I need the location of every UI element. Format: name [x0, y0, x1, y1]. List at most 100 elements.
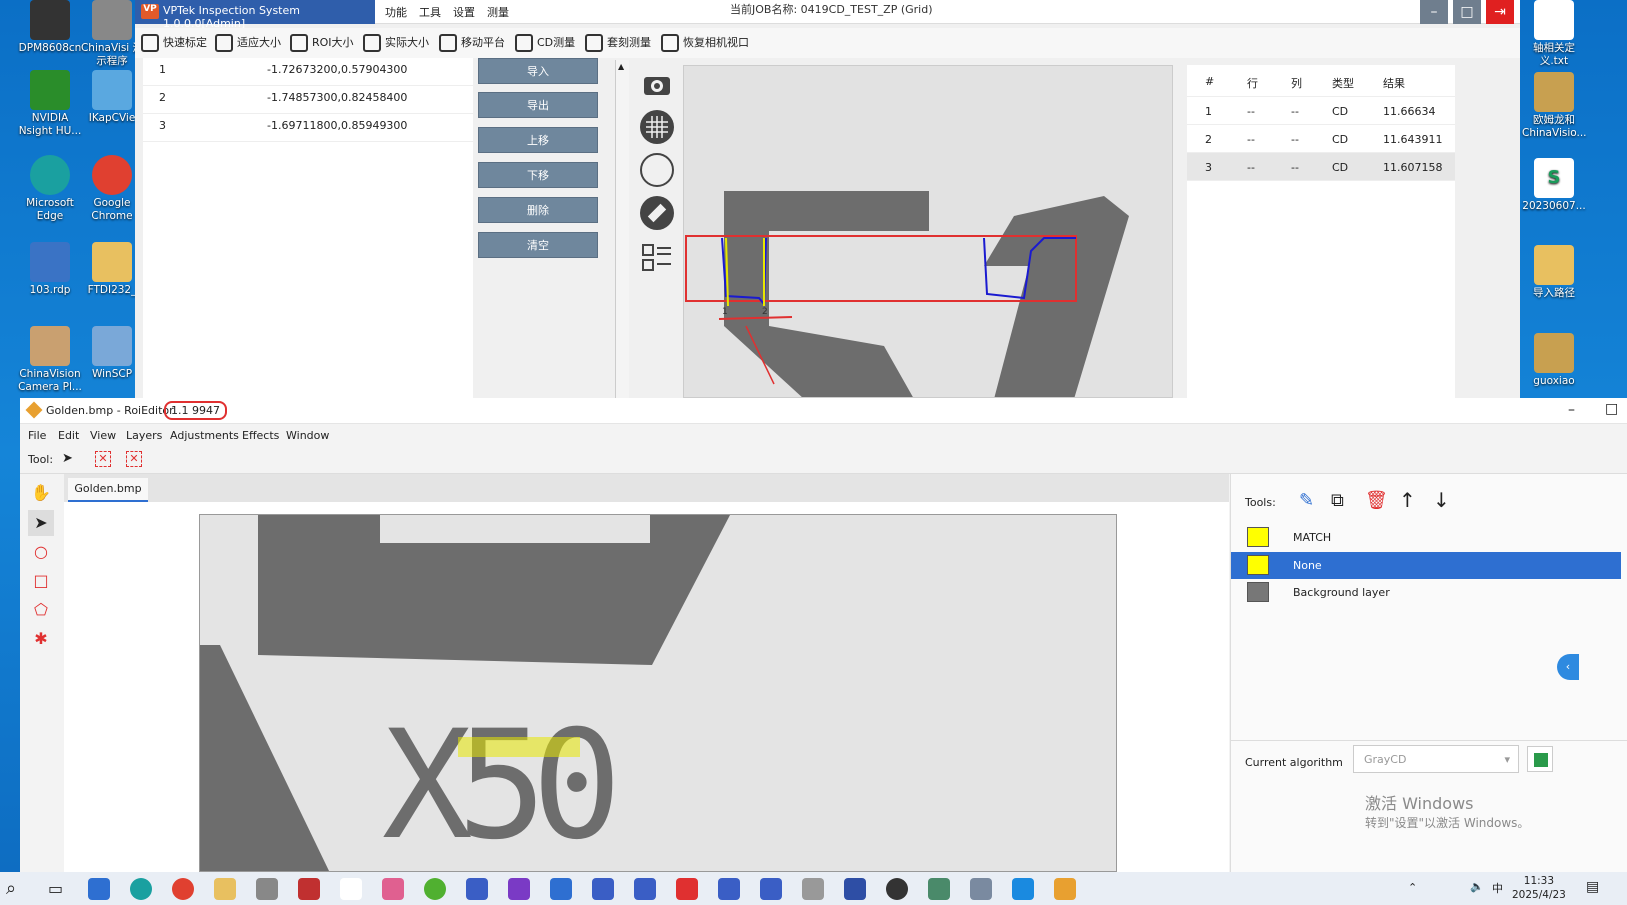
- menu-measure[interactable]: 测量: [487, 4, 509, 20]
- chrome-icon[interactable]: [172, 878, 194, 900]
- algorithm-select[interactable]: GrayCD ▾: [1353, 745, 1519, 773]
- tab-golden[interactable]: Golden.bmp: [68, 478, 148, 502]
- desktop-icon-rdp[interactable]: 103.rdp: [18, 242, 82, 297]
- task-view-icon[interactable]: ▭: [48, 879, 63, 898]
- golden-image[interactable]: X50: [199, 514, 1117, 872]
- rectangle-tool-icon[interactable]: □: [28, 568, 54, 594]
- wps-icon[interactable]: [676, 878, 698, 900]
- table-row[interactable]: 2 -- -- CD 11.643911: [1187, 125, 1455, 153]
- pointer-icon[interactable]: ➤: [62, 451, 73, 466]
- tray-chevron-icon[interactable]: ⌃: [1408, 881, 1417, 894]
- menu-effects[interactable]: Effects: [242, 429, 279, 442]
- camera-icon[interactable]: [640, 68, 674, 102]
- list-item[interactable]: 2 -1.74857300,0.82458400: [143, 86, 473, 114]
- table-row[interactable]: 1 -- -- CD 11.66634: [1187, 97, 1455, 125]
- scroll-up-icon[interactable]: ▲: [618, 62, 628, 72]
- taskbar-app-icon[interactable]: [928, 878, 950, 900]
- hand-pan-icon[interactable]: ✋: [28, 480, 54, 506]
- minimize-button[interactable]: –: [1420, 0, 1448, 24]
- move-stage-button[interactable]: 移动平台: [439, 34, 505, 54]
- vis-app-icon[interactable]: [592, 878, 614, 900]
- vis-app-icon[interactable]: [760, 878, 782, 900]
- vis-app-icon[interactable]: [466, 878, 488, 900]
- taskbar-app-icon[interactable]: [424, 878, 446, 900]
- magic-wand-icon[interactable]: ✱: [28, 626, 54, 652]
- move-down-button[interactable]: 下移: [478, 162, 598, 188]
- list-item[interactable]: 1 -1.72673200,0.57904300: [143, 58, 473, 86]
- maximize-button[interactable]: □: [1453, 0, 1481, 24]
- cd-measure-button[interactable]: CD测量: [515, 34, 575, 54]
- arrow-up-icon[interactable]: ↑: [1399, 488, 1416, 512]
- grid-settings-icon[interactable]: [640, 153, 674, 187]
- layer-none-selected[interactable]: None: [1231, 552, 1621, 579]
- trash-icon[interactable]: 🗑: [1365, 490, 1388, 511]
- quick-calibrate-button[interactable]: 快速标定: [141, 34, 207, 54]
- table-row-selected[interactable]: 3 -- -- CD 11.607158: [1187, 153, 1455, 181]
- desktop-icon-txt[interactable]: 轴相关定义.txt: [1522, 0, 1586, 68]
- delete-button[interactable]: 删除: [478, 197, 598, 223]
- desktop-icon-import-path[interactable]: 导入路径: [1522, 245, 1586, 300]
- edit-pen-icon[interactable]: ✎: [1299, 490, 1314, 511]
- overlay-measure-button[interactable]: 套刻测量: [585, 34, 651, 54]
- ime-indicator[interactable]: 中: [1492, 880, 1503, 896]
- layer-match[interactable]: MATCH: [1231, 524, 1621, 551]
- minimize-button[interactable]: –: [1568, 402, 1575, 418]
- taskbar-app-icon[interactable]: [550, 878, 572, 900]
- document-icon[interactable]: [340, 878, 362, 900]
- vis-app-icon[interactable]: [634, 878, 656, 900]
- search-icon[interactable]: ⌕: [6, 878, 16, 899]
- taskbar-app-icon[interactable]: [382, 878, 404, 900]
- taskbar-app-icon[interactable]: [1012, 878, 1034, 900]
- taskbar-app-icon[interactable]: [298, 878, 320, 900]
- visual-studio-icon[interactable]: [508, 878, 530, 900]
- menu-view[interactable]: View: [90, 429, 116, 442]
- desktop-icon-guoxiao[interactable]: guoxiao: [1522, 333, 1586, 388]
- taskbar-app-icon[interactable]: [970, 878, 992, 900]
- menu-file[interactable]: File: [28, 429, 46, 442]
- collapse-panel-icon[interactable]: ‹: [1557, 654, 1579, 680]
- clear-roi-icon[interactable]: ✕: [126, 451, 142, 467]
- menu-settings[interactable]: 设置: [453, 4, 475, 20]
- volume-icon[interactable]: 🔈: [1470, 880, 1484, 893]
- desktop-icon-archive[interactable]: 欧姆龙和 ChinaVisio...: [1522, 72, 1587, 140]
- arrow-down-icon[interactable]: ↓: [1433, 488, 1450, 512]
- taskbar-app-icon[interactable]: [802, 878, 824, 900]
- desktop-icon-nvidia[interactable]: NVIDIA Nsight HU...: [18, 70, 82, 138]
- select-arrow-icon[interactable]: ➤: [28, 510, 54, 536]
- desktop-icon-dpm[interactable]: DPM8608cn: [18, 0, 82, 55]
- layer-background[interactable]: Background layer: [1231, 579, 1621, 606]
- notification-icon[interactable]: ▤: [1586, 879, 1599, 895]
- export-button[interactable]: 导出: [478, 92, 598, 118]
- roi-editor-taskbar-icon[interactable]: [1054, 878, 1076, 900]
- checklist-icon[interactable]: [640, 240, 674, 274]
- match-roi[interactable]: [458, 737, 580, 757]
- actual-size-button[interactable]: 实际大小: [363, 34, 429, 54]
- menu-function[interactable]: 功能: [385, 4, 407, 20]
- clear-button[interactable]: 清空: [478, 232, 598, 258]
- move-up-button[interactable]: 上移: [478, 127, 598, 153]
- menu-window[interactable]: Window: [286, 429, 329, 442]
- taskbar-app-icon[interactable]: [844, 878, 866, 900]
- circle-tool-icon[interactable]: ○: [28, 539, 54, 565]
- menu-tools[interactable]: 工具: [419, 4, 441, 20]
- taskbar-app-icon[interactable]: [256, 878, 278, 900]
- roi-size-button[interactable]: ROI大小: [290, 34, 354, 54]
- restore-camera-view-button[interactable]: 恢复相机视口: [661, 34, 749, 54]
- desktop-icon-edge[interactable]: Microsoft Edge: [18, 155, 82, 223]
- duplicate-layer-icon[interactable]: ⧉: [1331, 490, 1344, 511]
- polygon-tool-icon[interactable]: ⬠: [28, 597, 54, 623]
- scrollbar[interactable]: ▲: [615, 60, 629, 398]
- fit-size-button[interactable]: 适应大小: [215, 34, 281, 54]
- cube-icon[interactable]: [1527, 746, 1553, 772]
- file-explorer-icon[interactable]: [214, 878, 236, 900]
- grid-icon[interactable]: [640, 110, 674, 144]
- vis-app-icon[interactable]: [718, 878, 740, 900]
- list-item[interactable]: 3 -1.69711800,0.85949300: [143, 114, 473, 142]
- desktop-icon-camera[interactable]: ChinaVision Camera Pl...: [18, 326, 82, 394]
- menu-layers[interactable]: Layers: [126, 429, 162, 442]
- camera-image-view[interactable]: 1 2: [683, 65, 1173, 398]
- clock[interactable]: 11:33 2025/4/23: [1512, 874, 1566, 902]
- maximize-button[interactable]: □: [1605, 401, 1618, 417]
- desktop-icon-sheet[interactable]: S 20230607...: [1522, 158, 1586, 213]
- taskbar-app-icon[interactable]: [88, 878, 110, 900]
